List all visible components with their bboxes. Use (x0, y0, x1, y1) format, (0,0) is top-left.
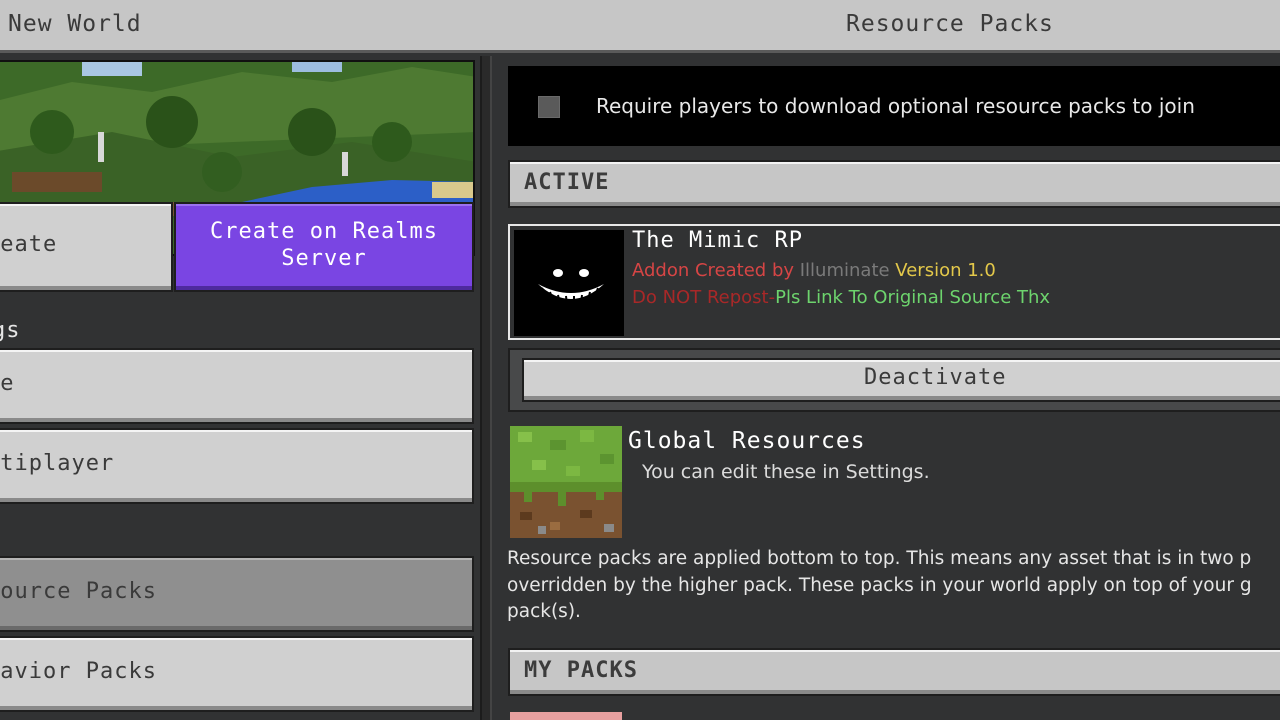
pack-repost-warning: Do NOT Repost- (632, 287, 776, 308)
resource-packs-label: source Packs (0, 579, 157, 604)
my-pack-thumbnail[interactable] (510, 712, 622, 720)
require-download-toggle-row[interactable]: Require players to download optional res… (508, 66, 1280, 146)
global-resources-title: Global Resources (628, 428, 866, 454)
active-header-label: ACTIVE (524, 170, 610, 195)
require-download-checkbox[interactable] (538, 96, 560, 118)
pack-description-line1: Addon Created by Illuminate Version 1.0 (632, 260, 996, 281)
deactivate-label: Deactivate (864, 365, 1007, 390)
behavior-packs-button[interactable]: havior Packs (0, 636, 474, 712)
behavior-packs-label: havior Packs (0, 659, 157, 684)
create-on-realms-label: Create on Realms Server (210, 219, 438, 271)
resource-packs-button[interactable]: source Packs (0, 556, 474, 632)
left-pane: reate Create on Realms Server gs me ltip… (0, 56, 480, 720)
right-pane: Require players to download optional res… (492, 56, 1280, 720)
pack-link-note: Pls Link To Original Source Thx (775, 287, 1051, 308)
game-settings-button[interactable]: me (0, 348, 474, 424)
pack-author: Illuminate (799, 260, 890, 281)
active-pack-card[interactable]: The Mimic RP Addon Created by Illuminate… (508, 224, 1280, 340)
multiplayer-settings-button[interactable]: ltiplayer (0, 428, 474, 504)
require-download-label: Require players to download optional res… (596, 94, 1195, 118)
mimic-pack-icon (514, 230, 624, 336)
world-title: New World (8, 11, 142, 37)
deactivate-area: Deactivate (508, 348, 1280, 412)
pack-description-line2: Do NOT Repost-Pls Link To Original Sourc… (632, 287, 1050, 308)
active-section-header[interactable]: ACTIVE (508, 160, 1280, 208)
global-resources-subtitle: You can edit these in Settings. (642, 461, 930, 483)
my-packs-header-label: MY PACKS (524, 658, 638, 683)
pack-credit-prefix: Addon Created by (632, 260, 800, 281)
create-button[interactable]: reate (0, 202, 173, 292)
create-button-label: reate (0, 232, 58, 257)
resource-pack-order-info: Resource packs are applied bottom to top… (507, 548, 1252, 622)
deactivate-button[interactable]: Deactivate (522, 358, 1280, 402)
top-bar: New World Resource Packs (0, 0, 1280, 53)
page-title: Resource Packs (846, 11, 1054, 37)
grass-block-icon (510, 426, 622, 538)
game-settings-label: me (0, 371, 15, 396)
settings-heading: gs (0, 318, 21, 343)
pack-name: The Mimic RP (632, 228, 803, 253)
multiplayer-settings-label: ltiplayer (0, 451, 115, 476)
pack-version: Version 1.0 (889, 260, 996, 281)
my-packs-section-header[interactable]: MY PACKS (508, 648, 1280, 696)
pane-divider (480, 56, 492, 720)
create-on-realms-button[interactable]: Create on Realms Server (174, 202, 474, 292)
